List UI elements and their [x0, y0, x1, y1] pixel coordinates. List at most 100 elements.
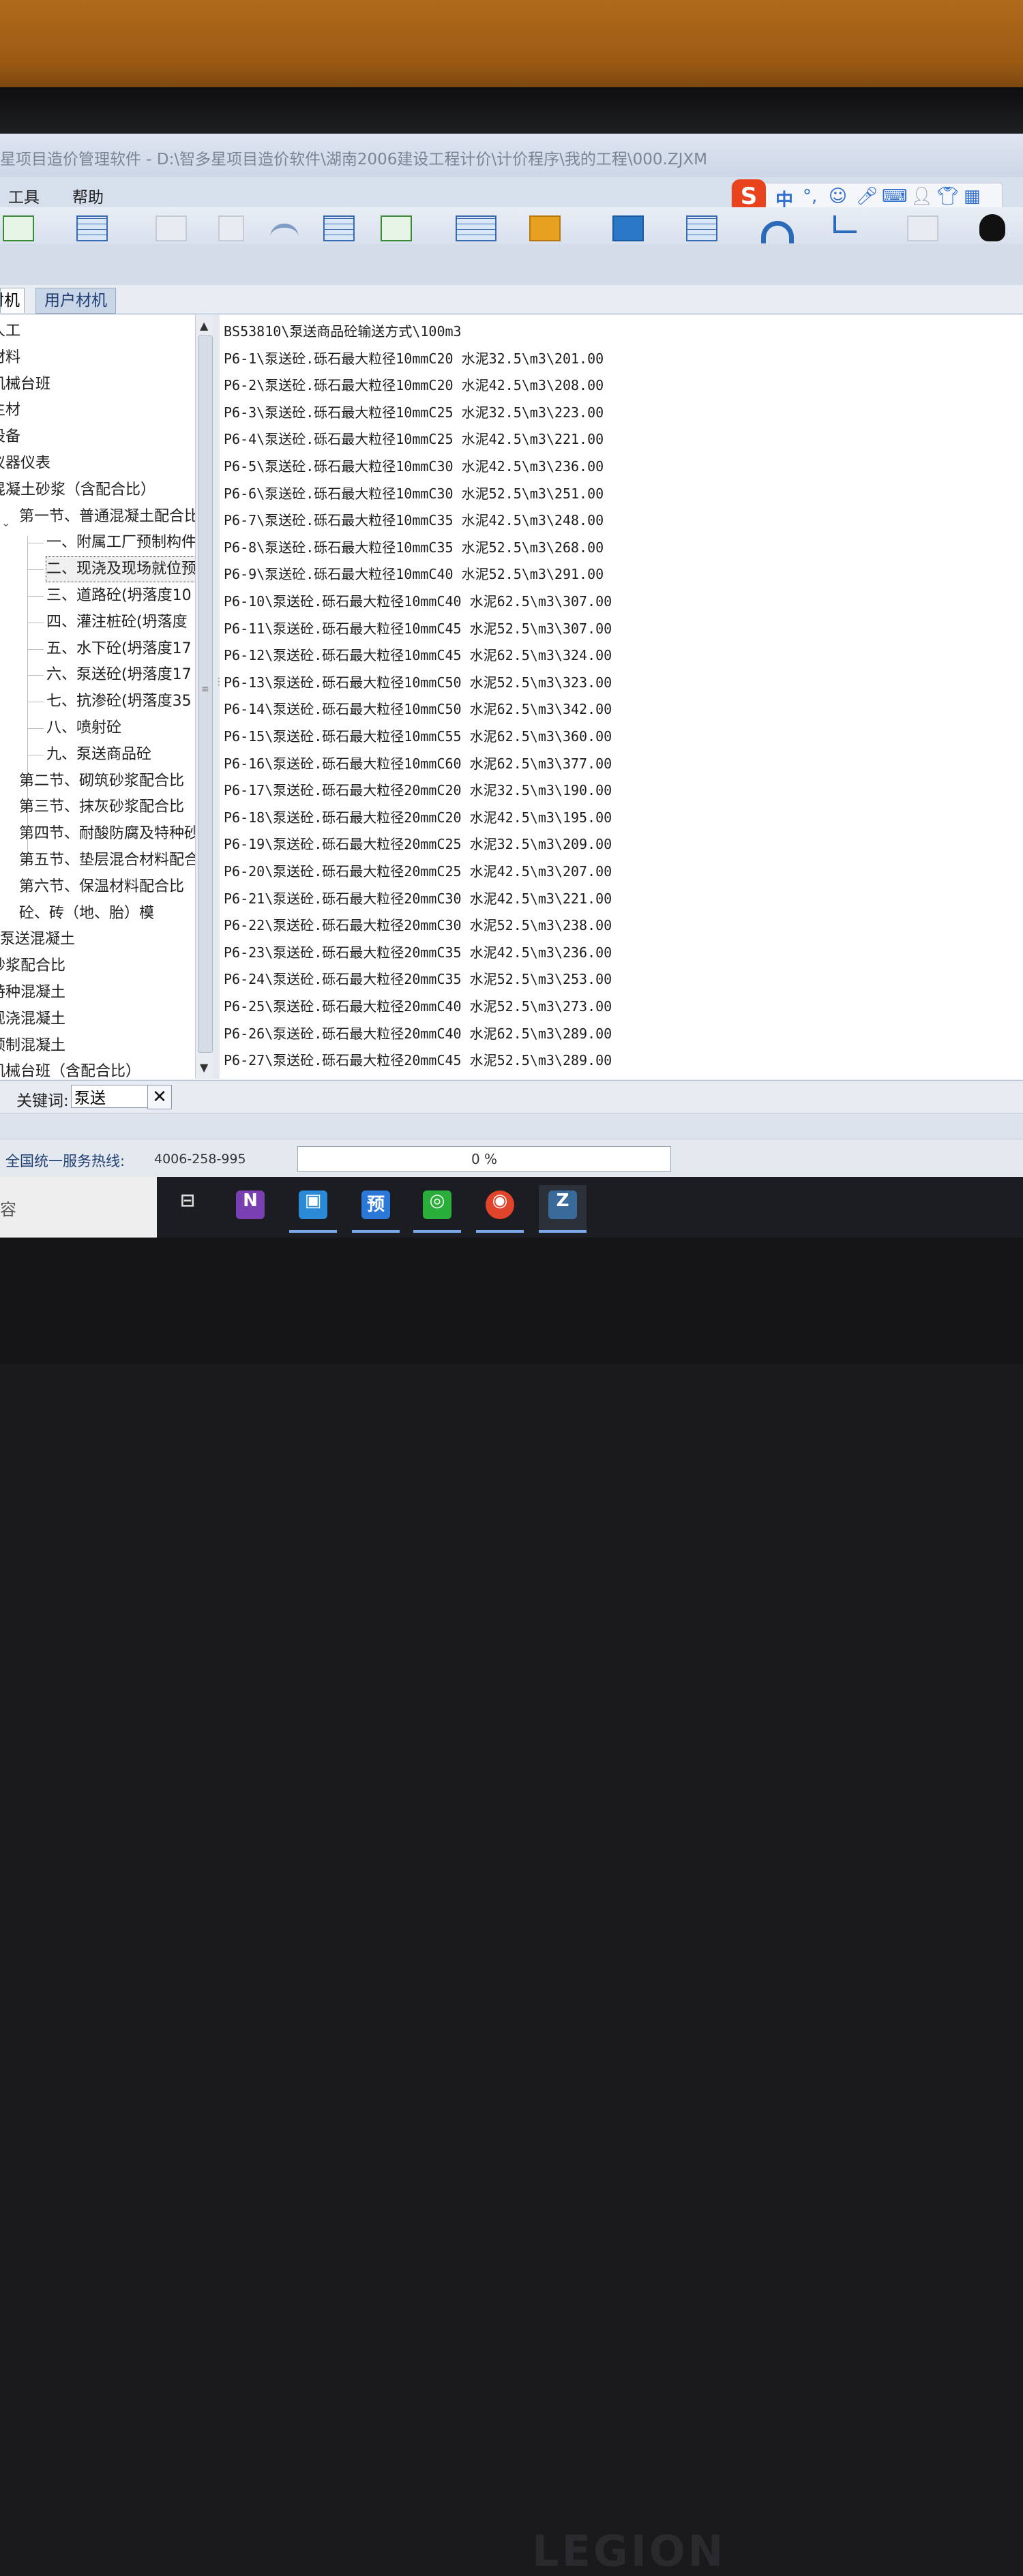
list-item[interactable]: P6-9\泵送砼.砾石最大粒径10mmC40 水泥52.5\m3\291.00: [224, 562, 604, 586]
chrome-button[interactable]: ◉: [476, 1185, 524, 1233]
app-button[interactable]: ▣: [289, 1185, 337, 1233]
list-item[interactable]: P6-24\泵送砼.砾石最大粒径20mmC35 水泥52.5\m3\253.00: [224, 967, 612, 991]
tree-item[interactable]: 第五节、垫层混合材料配合: [19, 848, 195, 873]
keyword-input[interactable]: [71, 1085, 151, 1108]
list-item[interactable]: P6-13\泵送砼.砾石最大粒径10mmC50 水泥52.5\m3\323.00: [224, 670, 612, 695]
list-item[interactable]: P6-22\泵送砼.砾石最大粒径20mmC30 水泥52.5\m3\238.00: [224, 913, 612, 938]
skin-icon[interactable]: 👕︎: [936, 186, 959, 207]
list-item[interactable]: P6-16\泵送砼.砾石最大粒径10mmC60 水泥62.5\m3\377.00: [224, 751, 612, 776]
excel-icon[interactable]: [381, 215, 412, 241]
tree-item[interactable]: 材料: [0, 346, 20, 370]
list-item[interactable]: P6-11\泵送砼.砾石最大粒径10mmC45 水泥52.5\m3\307.00: [224, 616, 612, 641]
tree-item[interactable]: 六、泵送砼(坍落度17: [46, 663, 192, 687]
tree-item[interactable]: 现浇混凝土: [0, 1007, 65, 1032]
grid-menu-icon[interactable]: ▦: [964, 186, 981, 207]
list-item[interactable]: P6-27\泵送砼.砾石最大粒径20mmC45 水泥52.5\m3\289.00: [224, 1048, 612, 1073]
tree-item[interactable]: 四、灌注桩砼(坍落度: [46, 610, 188, 635]
list-item[interactable]: P6-25\泵送砼.砾石最大粒径20mmC40 水泥52.5\m3\273.00: [224, 994, 612, 1019]
tree-item[interactable]: 砂浆配合比: [0, 954, 65, 978]
list-item[interactable]: P6-1\泵送砼.砾石最大粒径10mmC20 水泥32.5\m3\201.00: [224, 346, 604, 371]
taskbar-search[interactable]: 容: [0, 1177, 157, 1238]
tab-user-materials[interactable]: 用户材机: [35, 288, 116, 314]
tree-item[interactable]: 二、现浇及现场就位预: [45, 556, 195, 583]
tree-item[interactable]: 机械台班（含配合比）: [0, 1060, 140, 1079]
tree-item[interactable]: 三、道路砼(坍落度10: [46, 584, 192, 608]
list-item[interactable]: P6-6\泵送砼.砾石最大粒径10mmC30 水泥52.5\m3\251.00: [224, 481, 604, 506]
tree-item[interactable]: 第三节、抹灰砂浆配合比: [19, 795, 184, 820]
wechat-button[interactable]: ◎: [413, 1185, 461, 1233]
pages-icon[interactable]: [907, 215, 938, 241]
list-item[interactable]: P6-5\泵送砼.砾石最大粒径10mmC30 水泥42.5\m3\236.00: [224, 454, 604, 479]
microphone-icon[interactable]: 🎤︎: [856, 186, 878, 207]
qq-penguin-icon[interactable]: [979, 214, 1005, 241]
list-item[interactable]: P6-20\泵送砼.砾石最大粒径20mmC25 水泥42.5\m3\207.00: [224, 859, 612, 884]
columns-icon[interactable]: [323, 215, 355, 241]
tree-item[interactable]: 九、泵送商品砼: [46, 743, 151, 767]
list-item[interactable]: P6-18\泵送砼.砾石最大粒径20mmC20 水泥42.5\m3\195.00: [224, 805, 612, 830]
tree-item[interactable]: 特种混凝土: [0, 980, 65, 1005]
list-item[interactable]: P6-2\泵送砼.砾石最大粒径10mmC20 水泥42.5\m3\208.00: [224, 373, 604, 398]
tree-item[interactable]: 机械台班: [0, 372, 50, 397]
tree-item[interactable]: 五、水下砼(坍落度17: [46, 637, 192, 661]
table-icon[interactable]: [76, 215, 108, 241]
arc-icon[interactable]: [761, 221, 794, 243]
punctuation-icon[interactable]: °,: [803, 186, 817, 207]
list-item[interactable]: P6-17\泵送砼.砾石最大粒径20mmC20 水泥32.5\m3\190.00: [224, 778, 612, 803]
list-item[interactable]: P6-26\泵送砼.砾石最大粒径20mmC40 水泥62.5\m3\289.00: [224, 1021, 612, 1046]
scroll-thumb[interactable]: ≡: [198, 335, 213, 1053]
collapse-icon[interactable]: ⌄: [1, 516, 10, 529]
list-item[interactable]: P6-8\泵送砼.砾石最大粒径10mmC35 水泥52.5\m3\268.00: [224, 535, 604, 560]
clear-keyword-button[interactable]: ✕: [147, 1085, 172, 1109]
list-item[interactable]: P6-12\泵送砼.砾石最大粒径10mmC45 水泥62.5\m3\324.00: [224, 643, 612, 668]
list-item[interactable]: P6-28\泵送砼.砾石最大粒径20mmC45 水泥62.5\m3\305.00: [224, 1075, 612, 1079]
tree-item[interactable]: 预制混凝土: [0, 1034, 65, 1058]
tab-materials[interactable]: 材机: [0, 288, 25, 313]
list-item[interactable]: P6-15\泵送砼.砾石最大粒径10mmC55 水泥62.5\m3\360.00: [224, 724, 612, 749]
menu-help[interactable]: 帮助: [72, 184, 104, 207]
tree-item[interactable]: 一、附属工厂预制构件: [46, 530, 195, 555]
user-icon[interactable]: 👤︎: [910, 186, 933, 207]
tree-item[interactable]: 第一节、普通混凝土配合比: [19, 505, 195, 529]
spreadsheet-icon[interactable]: [456, 215, 496, 241]
tree-item[interactable]: 七、抗渗砼(坍落度35: [46, 689, 192, 714]
calculator-icon[interactable]: [686, 215, 717, 241]
list-item[interactable]: P6-4\泵送砼.砾石最大粒径10mmC25 水泥42.5\m3\221.00: [224, 427, 604, 451]
menu-tools[interactable]: 工具: [8, 184, 40, 207]
tree-item[interactable]: 设备: [0, 425, 20, 449]
copy-icon[interactable]: [155, 215, 187, 241]
tree-item[interactable]: 第四节、耐酸防腐及特种砂: [19, 822, 195, 846]
onenote-button[interactable]: N: [226, 1185, 274, 1230]
tree-item[interactable]: 人工: [0, 319, 20, 344]
tree-item[interactable]: 泵送混凝土: [0, 927, 75, 952]
keyboard-icon[interactable]: ⌨: [882, 186, 908, 207]
panel-splitter[interactable]: ⋮: [213, 315, 224, 1079]
list-item[interactable]: P6-14\泵送砼.砾石最大粒径10mmC50 水泥62.5\m3\342.00: [224, 697, 612, 721]
task-view-button[interactable]: ⊟: [164, 1185, 211, 1230]
tree-item[interactable]: 八、喷射砼: [46, 716, 121, 740]
list-item[interactable]: BS53810\泵送商品砼输送方式\100m3: [224, 319, 462, 344]
export-icon[interactable]: [529, 215, 561, 241]
scroll-up-icon[interactable]: ▲: [200, 319, 208, 332]
tree-item[interactable]: 混凝土砂浆（含配合比）: [0, 478, 155, 503]
scroll-down-icon[interactable]: ▼: [200, 1061, 208, 1074]
list-item[interactable]: P6-21\泵送砼.砾石最大粒径20mmC30 水泥42.5\m3\221.00: [224, 886, 612, 911]
tree-item[interactable]: 仪器仪表: [0, 451, 50, 476]
hierarchy-icon[interactable]: [833, 215, 857, 233]
window-icon[interactable]: [612, 215, 644, 241]
import-icon[interactable]: [3, 215, 34, 241]
list-item[interactable]: P6-23\泵送砼.砾石最大粒径20mmC35 水泥42.5\m3\236.00: [224, 940, 612, 965]
tree-item[interactable]: 砼、砖（地、胎）模: [19, 901, 154, 926]
undo-icon[interactable]: [270, 224, 299, 241]
list-item[interactable]: P6-3\泵送砼.砾石最大粒径10mmC25 水泥32.5\m3\223.00: [224, 400, 604, 425]
tree-item[interactable]: 主材: [0, 398, 20, 423]
list-item[interactable]: P6-19\泵送砼.砾石最大粒径20mmC25 水泥32.5\m3\209.00: [224, 832, 612, 856]
tree-scrollbar[interactable]: ▲ ≡ ▼: [195, 315, 213, 1079]
zhiduoxing-button[interactable]: Z: [539, 1185, 587, 1233]
clear-icon[interactable]: [218, 215, 244, 241]
tree-item[interactable]: 第二节、砌筑砂浆配合比: [19, 769, 184, 794]
yu-app-button[interactable]: 预: [352, 1185, 400, 1233]
list-item[interactable]: P6-10\泵送砼.砾石最大粒径10mmC40 水泥62.5\m3\307.00: [224, 589, 612, 614]
tree-item[interactable]: 第六节、保温材料配合比: [19, 875, 184, 899]
emoji-icon[interactable]: ☺: [829, 186, 847, 207]
list-item[interactable]: P6-7\泵送砼.砾石最大粒径10mmC35 水泥42.5\m3\248.00: [224, 508, 604, 533]
